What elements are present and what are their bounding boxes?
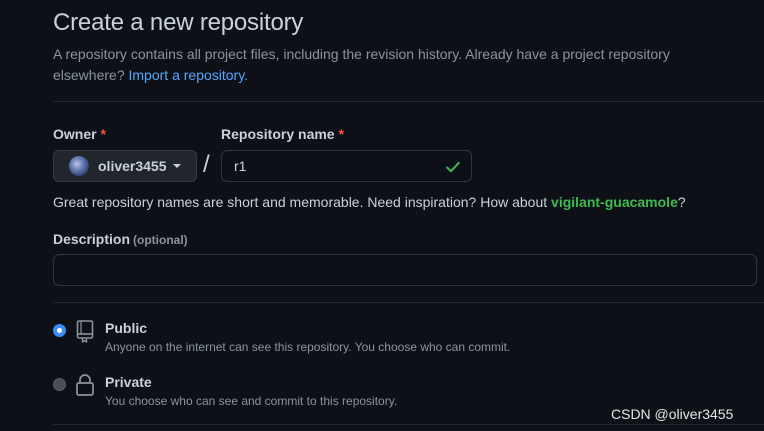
page-title: Create a new repository	[53, 9, 304, 36]
owner-select-button[interactable]: oliver3455	[53, 150, 197, 182]
owner-repo-separator: /	[203, 151, 210, 178]
repository-name-input[interactable]	[222, 151, 471, 181]
private-radio[interactable]	[53, 378, 66, 391]
public-option-title: Public	[105, 320, 148, 336]
divider	[53, 302, 764, 303]
private-option-description: You choose who can see and commit to thi…	[105, 394, 398, 408]
divider	[53, 101, 764, 102]
repo-icon	[76, 320, 94, 343]
name-hint: Great repository names are short and mem…	[53, 194, 686, 210]
name-hint-text: Great repository names are short and mem…	[53, 194, 548, 210]
description-label: Description (optional)	[53, 231, 188, 247]
check-icon	[446, 161, 460, 173]
private-option-title: Private	[105, 374, 152, 390]
new-repository-page: Create a new repository A repository con…	[0, 0, 764, 431]
watermark: CSDN @oliver3455	[611, 406, 734, 422]
caret-down-icon	[172, 164, 181, 168]
repository-name-label-text: Repository name	[221, 126, 335, 142]
required-mark: *	[338, 126, 345, 142]
avatar	[69, 156, 89, 176]
lock-icon	[76, 374, 94, 396]
name-suggestion-link[interactable]: vigilant-guacamole	[551, 194, 678, 210]
owner-label-text: Owner	[53, 126, 97, 142]
optional-tag: (optional)	[133, 233, 188, 247]
repository-name-field	[221, 150, 472, 182]
repository-name-label: Repository name *	[221, 126, 344, 142]
description-input[interactable]	[53, 254, 757, 286]
owner-name: oliver3455	[98, 158, 167, 174]
owner-label: Owner *	[53, 126, 106, 142]
name-hint-suffix: ?	[677, 194, 686, 210]
import-repository-link[interactable]: Import a repository.	[129, 67, 249, 83]
divider	[53, 424, 764, 425]
public-radio[interactable]	[53, 324, 66, 337]
required-mark: *	[100, 126, 107, 142]
page-subtitle: A repository contains all project files,…	[53, 44, 733, 86]
description-label-text: Description	[53, 231, 131, 247]
public-option-description: Anyone on the internet can see this repo…	[105, 340, 511, 354]
